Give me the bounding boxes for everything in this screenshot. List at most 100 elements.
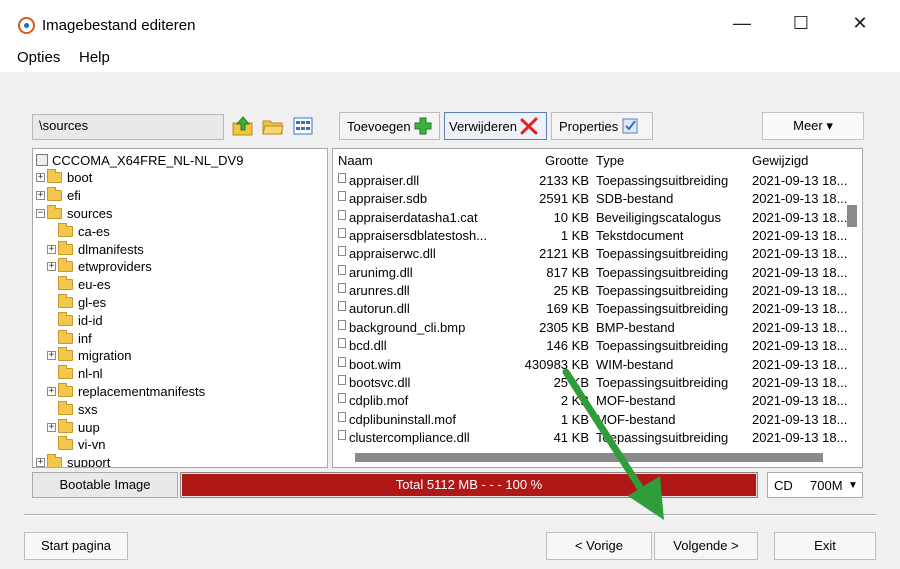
expand-icon[interactable]: + (47, 386, 56, 396)
file-size: 10 KB (553, 209, 589, 225)
maximize-button[interactable]: ☐ (773, 0, 829, 46)
tree-item[interactable]: nl-nl (47, 365, 103, 383)
expand-icon[interactable]: + (36, 173, 45, 183)
tree-item[interactable]: + migration (47, 347, 131, 365)
file-row[interactable]: appraiser.dll 2133 KB Toepassingsuitbreidi… (333, 172, 847, 190)
remove-button-label: Verwijderen (449, 118, 517, 134)
file-row[interactable]: bootsvc.dll 25 KB Toepassingsuitbreiding 20… (333, 374, 847, 392)
tree-item[interactable]: inf (47, 329, 92, 347)
file-name: clustercompliance.dll (349, 429, 470, 445)
close-button[interactable]: ✕ (832, 0, 888, 46)
file-name: appraiser.sdb (349, 191, 428, 207)
add-button[interactable]: Toevoegen (339, 112, 440, 140)
remove-button[interactable]: Verwijderen (444, 112, 547, 140)
file-icon (338, 338, 346, 349)
folder-up-icon[interactable] (232, 116, 254, 136)
file-row[interactable]: arunres.dll 25 KB Toepassingsuitbreiding 20… (333, 282, 847, 300)
file-size: 2121 KB (539, 246, 589, 262)
folder-icon (58, 240, 73, 255)
file-type: Toepassingsuitbreiding (596, 283, 729, 299)
file-type: Tekstdocument (596, 228, 684, 244)
collapse-icon[interactable]: − (36, 208, 45, 218)
file-row[interactable]: autorun.dll 169 KB Toepassingsuitbreiding 2… (333, 300, 847, 318)
list-vertical-scrollbar-thumb[interactable] (847, 205, 857, 227)
file-size: 1 KB (560, 228, 589, 244)
properties-button-label: Properties (559, 118, 619, 134)
app-window: Imagebestand editeren — ☐ ✕ Opties Help … (0, 0, 900, 569)
file-size: 146 KB (546, 338, 589, 354)
column-header-name[interactable]: Naam (338, 153, 373, 168)
tree-item[interactable]: + boot (36, 169, 92, 187)
file-type: Toepassingsuitbreiding (596, 429, 729, 445)
more-button[interactable]: Meer ▾ (762, 112, 864, 140)
file-row[interactable]: boot.wim 430983 KB WIM-bestand 2021-09-13 1… (333, 356, 847, 374)
file-type: WIM-bestand (596, 356, 674, 372)
tree-item[interactable]: vi-vn (47, 436, 105, 454)
folder-tree[interactable]: CCCOMA_X64FRE_NL-NL_DV9 + boot + efi − source… (32, 148, 328, 468)
tree-root[interactable]: CCCOMA_X64FRE_NL-NL_DV9 (36, 151, 243, 169)
folder-icon (58, 382, 73, 397)
file-size: 1 KB (560, 411, 589, 427)
exit-button[interactable]: Exit (774, 532, 876, 560)
tree-item[interactable]: ca-es (47, 222, 110, 240)
file-row[interactable]: cdplibuninstall.mof 1 KB MOF-bestand 2021-0… (333, 411, 847, 429)
column-header-modified[interactable]: Gewijzigd (752, 153, 808, 168)
tree-item[interactable]: + etwproviders (47, 258, 152, 276)
tree-item[interactable]: + dlmanifests (47, 240, 144, 258)
previous-button[interactable]: < Vorige (546, 532, 652, 560)
tree-item[interactable]: eu-es (47, 276, 111, 294)
path-field[interactable]: \sources (32, 114, 224, 140)
file-row[interactable]: appraiserdatasha1.cat 10 KB Beveiligingsca… (333, 209, 847, 227)
file-row[interactable]: clustercompliance.dll 41 KB Toepassingsuit… (333, 429, 847, 447)
file-row[interactable]: bcd.dll 146 KB Toepassingsuitbreiding 2021-… (333, 337, 848, 355)
file-row[interactable]: background_cli.bmp 2305 KB BMP-bestand 2021… (333, 319, 847, 337)
file-type: Toepassingsuitbreiding (596, 338, 729, 354)
minimize-button[interactable]: — (714, 0, 770, 46)
start-page-button[interactable]: Start pagina (24, 532, 128, 560)
column-header-type[interactable]: Type (596, 153, 624, 168)
tree-item[interactable]: gl-es (47, 293, 106, 311)
file-row[interactable]: appraisersdblatestosh... 1 KB Tekstdocumen… (333, 227, 847, 245)
menu-opties[interactable]: Opties (17, 49, 60, 66)
expand-icon[interactable]: + (47, 422, 56, 432)
tree-item-label: sources (67, 205, 113, 221)
properties-button[interactable]: Properties (551, 112, 653, 140)
tree-item[interactable]: sxs (47, 400, 98, 418)
file-size: 430983 KB (524, 356, 589, 372)
expand-icon[interactable]: + (36, 458, 45, 467)
tree-item-label: inf (78, 330, 92, 346)
file-icon (338, 228, 346, 239)
file-row[interactable]: appraiserwc.dll 2121 KB Toepassingsuitbrei… (333, 245, 847, 263)
tree-item[interactable]: − sources (36, 204, 113, 222)
file-row[interactable]: arunimg.dll 817 KB Toepassingsuitbreiding 2… (333, 264, 847, 282)
open-folder-icon[interactable] (262, 116, 284, 136)
expand-icon[interactable]: + (47, 351, 56, 361)
tree-item[interactable]: + efi (36, 187, 81, 205)
expand-icon[interactable]: + (47, 262, 56, 272)
file-row[interactable]: cdplib.mof 2 KB MOF-bestand 2021-09-13 18..… (333, 392, 847, 410)
file-list[interactable]: Naam Grootte Type Gewijzigd appraiser.dl… (332, 148, 863, 468)
media-size-select[interactable]: CD 700M ▼ (767, 472, 863, 498)
next-button[interactable]: Volgende > (654, 532, 758, 560)
file-modified: 2021-09-13 18... (752, 338, 848, 354)
file-icon (338, 173, 346, 183)
dropdown-arrow-icon: ▼ (848, 479, 858, 491)
expand-icon[interactable]: + (36, 191, 45, 201)
file-icon (338, 264, 346, 275)
column-header-size[interactable]: Grootte (545, 153, 588, 168)
file-row[interactable]: appraiser.sdb 2591 KB SDB-bestand 2021-09-1… (333, 190, 847, 208)
view-grid-icon[interactable] (292, 116, 314, 136)
file-icon (338, 301, 346, 312)
folder-icon (58, 365, 73, 380)
menu-help[interactable]: Help (79, 49, 110, 66)
expand-icon[interactable]: + (47, 244, 56, 254)
tree-item[interactable]: + uup (47, 418, 100, 436)
file-icon (338, 209, 346, 220)
tree-item[interactable]: + support (36, 454, 110, 467)
list-horizontal-scrollbar-thumb[interactable] (355, 453, 823, 462)
tree-item[interactable]: id-id (47, 311, 103, 329)
tree-item[interactable]: + replacementmanifests (47, 382, 205, 400)
tree-item-label: efi (67, 188, 81, 204)
